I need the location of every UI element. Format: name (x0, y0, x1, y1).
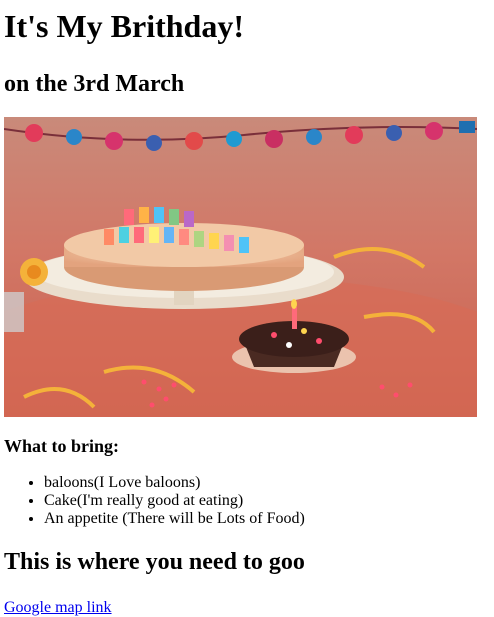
list-item: An appetite (There will be Lots of Food) (44, 510, 494, 528)
page-subtitle: on the 3rd March (4, 71, 185, 97)
list-item: Cake(I'm really good at eating) (44, 492, 494, 510)
page: It's My Brithday! on the 3rd March What … (0, 0, 494, 617)
bring-heading: What to bring: (4, 436, 120, 456)
google-map-link[interactable]: Google map link (4, 599, 112, 617)
page-title: It's My Brithday! (4, 8, 244, 44)
birthday-cake-image (4, 117, 477, 417)
bring-list: baloons(I Love baloons) Cake(I'm really … (4, 474, 494, 528)
list-item: baloons(I Love baloons) (44, 474, 494, 492)
where-heading: This is where you need to goo (4, 549, 305, 575)
